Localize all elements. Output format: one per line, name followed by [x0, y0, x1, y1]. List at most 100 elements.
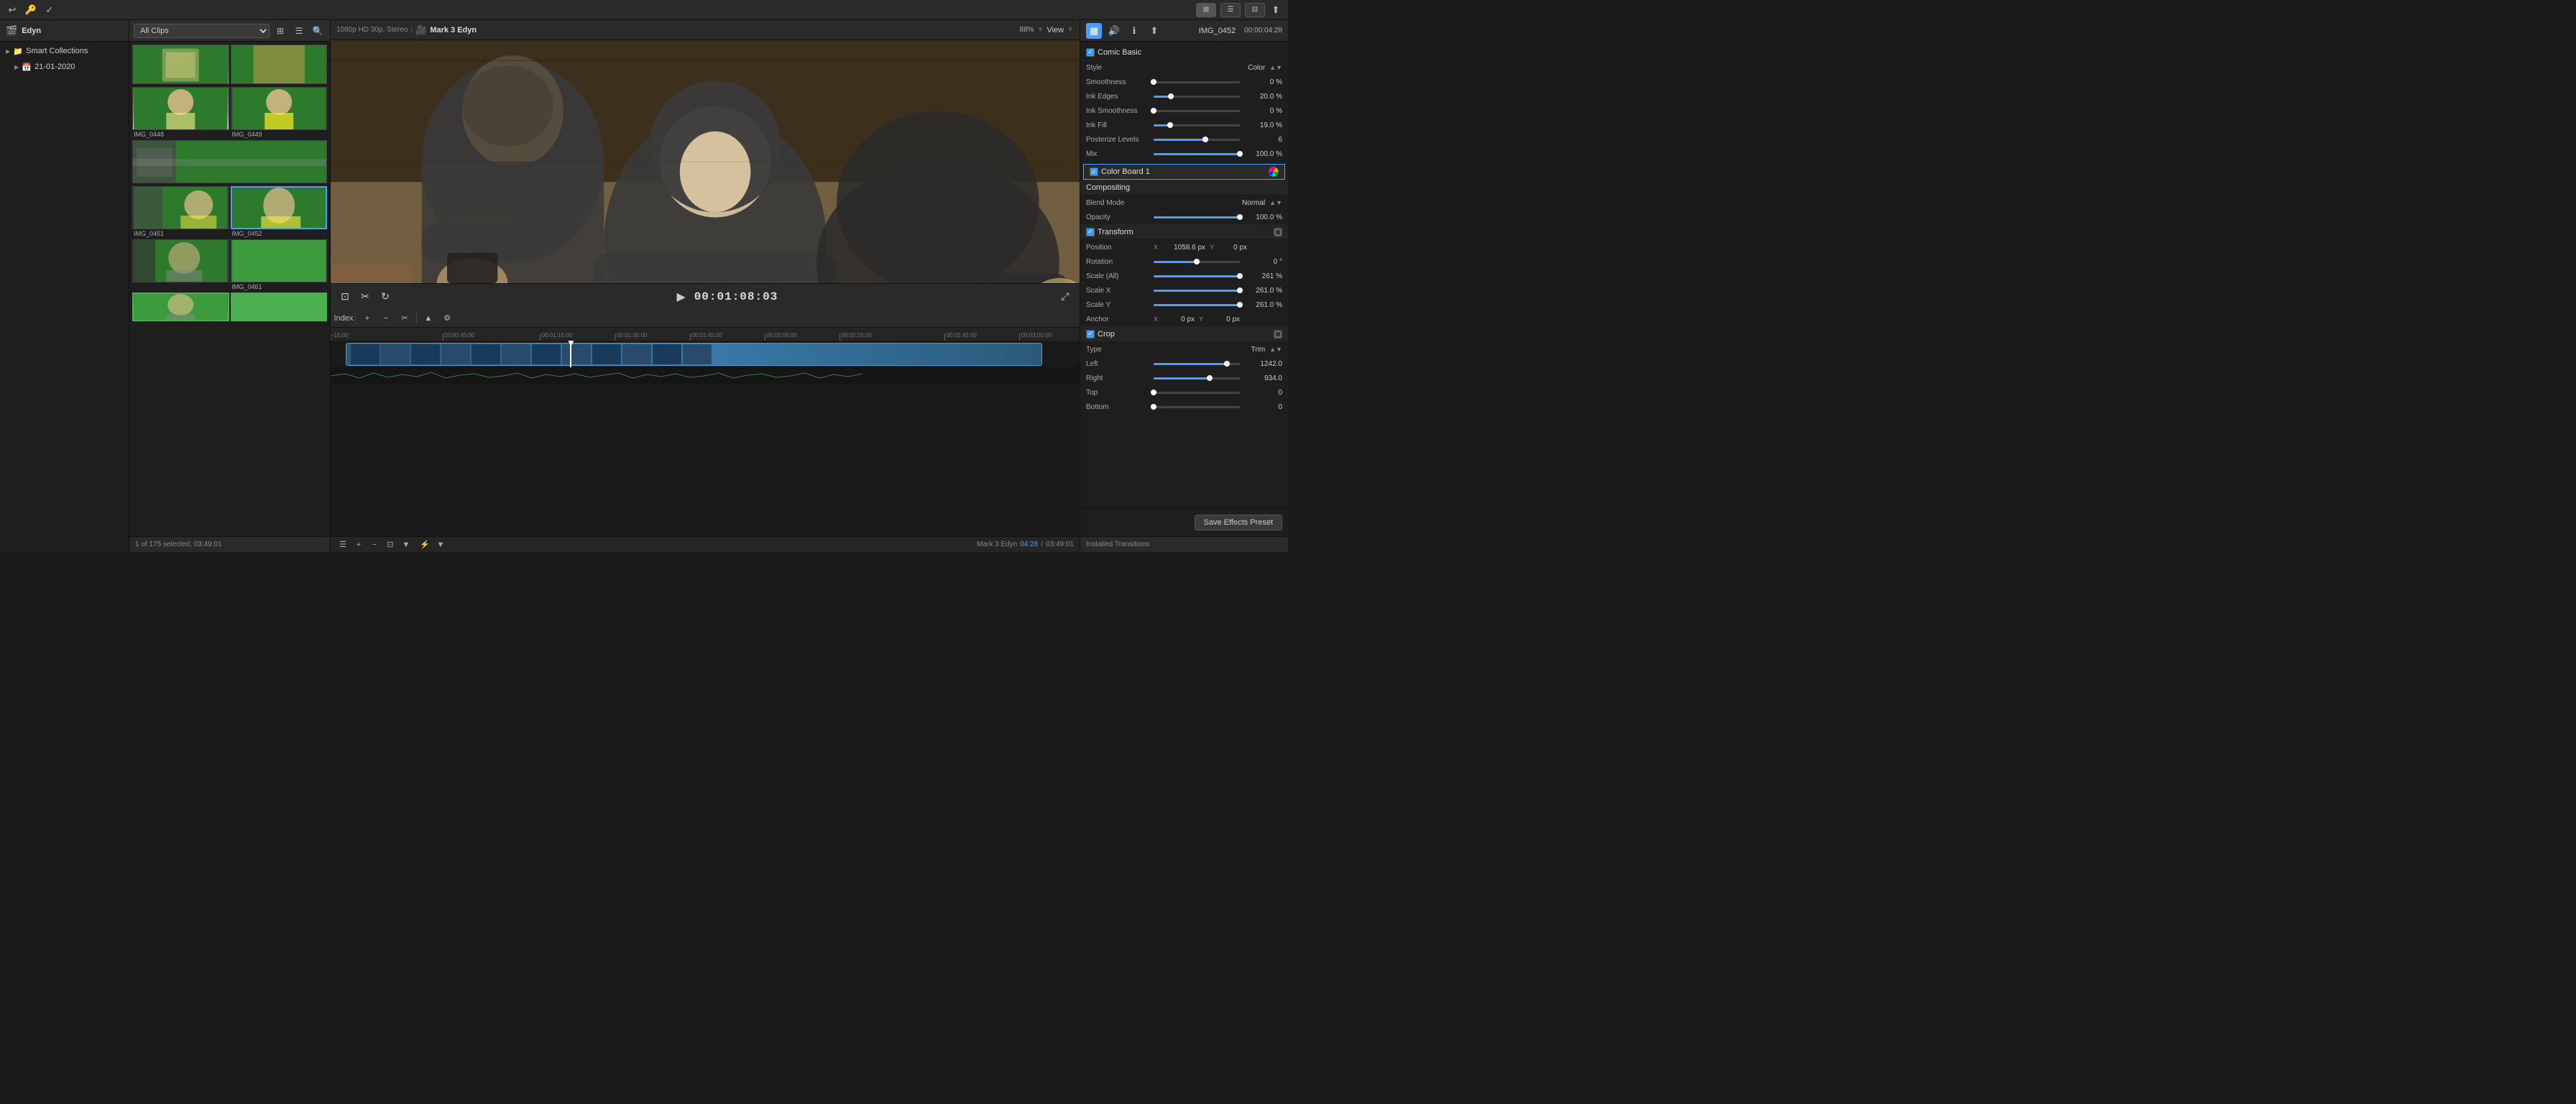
trim-btn[interactable]: ✂ — [397, 312, 412, 325]
main-clip[interactable] — [346, 343, 1042, 366]
scale-all-thumb[interactable] — [1237, 273, 1243, 279]
crop-bottom-slider[interactable] — [1154, 406, 1240, 408]
media-cell-1[interactable] — [132, 45, 229, 86]
rotation-slider[interactable] — [1154, 261, 1240, 263]
ink-edges-thumb[interactable] — [1168, 93, 1174, 99]
crop-right-slider[interactable] — [1154, 377, 1240, 380]
crop-section-header[interactable]: ✓ Crop ▢ — [1080, 326, 1288, 342]
timeline-minus-btn[interactable]: − — [368, 538, 381, 551]
play-btn[interactable]: ▶ — [673, 288, 690, 305]
media-cell-8[interactable] — [132, 239, 229, 291]
installed-transitions-label: Installed Transitions — [1086, 540, 1149, 548]
crop-checkbox[interactable]: ✓ — [1086, 330, 1095, 339]
smart-collections-label: Smart Collections — [26, 47, 88, 55]
media-cell-2[interactable] — [231, 45, 328, 86]
crop-top-slider[interactable] — [1154, 392, 1240, 394]
crop-toggle[interactable]: ▢ — [1274, 330, 1282, 339]
scale-x-slider[interactable] — [1154, 290, 1240, 292]
view-menu-btn[interactable]: View — [1046, 26, 1064, 34]
scale-x-thumb[interactable] — [1237, 288, 1243, 293]
list-view-btn[interactable]: ☰ — [1220, 3, 1241, 17]
video-tab[interactable]: ▦ — [1086, 23, 1102, 39]
type-arrow[interactable]: ▲▼ — [1269, 346, 1282, 353]
crop-left-slider[interactable] — [1154, 363, 1240, 365]
crop-bottom-thumb[interactable] — [1151, 404, 1156, 410]
transform-btn[interactable]: ✂ — [356, 288, 374, 305]
media-cell-5[interactable] — [132, 140, 327, 185]
search-btn[interactable]: 🔍 — [310, 24, 326, 38]
grid-view-btn[interactable]: ⊞ — [1196, 3, 1216, 17]
zoom-out-btn[interactable]: ▲ — [421, 312, 436, 325]
lock-icon[interactable]: 🔑 — [24, 4, 37, 17]
thumb-label-8 — [132, 282, 229, 284]
media-cell-11[interactable] — [231, 293, 328, 323]
info-tab[interactable]: ℹ — [1126, 23, 1142, 39]
scale-y-slider[interactable] — [1154, 304, 1240, 306]
posterize-slider[interactable] — [1154, 139, 1240, 141]
crop-left-thumb[interactable] — [1224, 361, 1230, 367]
sidebar-item-smart-collections[interactable]: ▶ 📁 Smart Collections — [0, 43, 129, 59]
rotation-thumb[interactable] — [1194, 259, 1200, 264]
mix-thumb[interactable] — [1237, 151, 1243, 157]
timeline-index-btn[interactable]: ☰ — [336, 538, 349, 551]
list-btn[interactable]: ☰ — [291, 24, 307, 38]
audio-track — [331, 368, 1080, 384]
split-view-btn[interactable]: ⊟ — [1245, 3, 1265, 17]
ink-fill-thumb[interactable] — [1167, 122, 1173, 128]
timeline-clip-btn[interactable]: ⊡ — [384, 538, 397, 551]
media-cell-9[interactable]: IMG_0461 — [231, 239, 328, 291]
compositing-section[interactable]: Compositing — [1080, 180, 1288, 196]
undo-icon[interactable]: ↩ — [6, 4, 19, 17]
fullscreen-btn[interactable]: ⤢ — [1057, 288, 1074, 305]
media-cell-4[interactable]: IMG_0449 — [231, 87, 328, 139]
color-board-checkbox[interactable]: ✓ — [1090, 167, 1098, 176]
preview-toolbar: 1080p HD 30p, Stereo | 🎥 Mark 3 Edyn 88%… — [331, 20, 1080, 40]
crop-btn[interactable]: ↻ — [377, 288, 394, 305]
ink-smoothness-thumb[interactable] — [1151, 108, 1156, 114]
param-crop-left: Left 1242.0 — [1080, 356, 1288, 371]
scale-all-slider[interactable] — [1154, 275, 1240, 277]
transform-section-header[interactable]: ✓ Transform ▢ — [1080, 224, 1288, 240]
timeline-bottom-right: Mark 3 Edyn 04:28 / 03:49:01 — [977, 540, 1074, 548]
transform-checkbox[interactable]: ✓ — [1086, 228, 1095, 236]
add-track-btn[interactable]: + — [360, 312, 374, 325]
ink-fill-slider[interactable] — [1154, 124, 1240, 126]
group-btn[interactable]: ⊞ — [272, 24, 288, 38]
sidebar-item-date[interactable]: ▶ 📅 21-01-2020 — [0, 59, 129, 75]
comic-basic-checkbox[interactable]: ✓ — [1086, 48, 1095, 57]
media-cell-7[interactable]: IMG_0452 — [231, 186, 328, 238]
transform-toggle[interactable]: ▢ — [1274, 228, 1282, 236]
smoothness-thumb[interactable] — [1151, 79, 1156, 85]
blade-btn[interactable]: ⚡ — [418, 538, 431, 551]
check-icon[interactable]: ✓ — [43, 4, 56, 17]
aspect-ratio-btn[interactable]: ⊡ — [336, 288, 354, 305]
crop-right-thumb[interactable] — [1207, 375, 1213, 381]
opacity-thumb[interactable] — [1237, 214, 1243, 220]
timeline-more-btn[interactable]: ▼ — [400, 538, 413, 551]
media-row-1: IMG_0448 IMG_0449 — [132, 87, 327, 139]
inspector: ▦ 🔊 ℹ ⬆ IMG_0452 00:00:04:28 ✓ Comic Bas… — [1080, 20, 1288, 552]
opacity-slider[interactable] — [1154, 216, 1240, 218]
style-arrow[interactable]: ▲▼ — [1269, 64, 1282, 71]
audio-tab[interactable]: 🔊 — [1106, 23, 1122, 39]
ink-smoothness-slider[interactable] — [1154, 110, 1240, 112]
media-cell-6[interactable]: IMG_0451 — [132, 186, 229, 238]
save-preset-btn[interactable]: Save Effects Preset — [1195, 515, 1282, 530]
crop-top-thumb[interactable] — [1151, 390, 1156, 395]
ink-edges-slider[interactable] — [1154, 96, 1240, 98]
scale-y-thumb[interactable] — [1237, 302, 1243, 308]
posterize-thumb[interactable] — [1202, 137, 1208, 142]
share-tab[interactable]: ⬆ — [1146, 23, 1162, 39]
timeline-add-btn[interactable]: + — [352, 538, 365, 551]
delete-track-btn[interactable]: − — [379, 312, 393, 325]
index-btn[interactable]: Index — [336, 312, 351, 325]
timeline-settings-btn[interactable]: ⚙ — [440, 312, 454, 325]
filter-select[interactable]: All ClipsUsed ClipsUnused Clips — [134, 24, 270, 38]
smoothness-slider[interactable] — [1154, 81, 1240, 83]
blend-arrow[interactable]: ▲▼ — [1269, 199, 1282, 206]
select-btn[interactable]: ▼ — [434, 538, 447, 551]
media-cell-10[interactable] — [132, 293, 229, 323]
mix-slider[interactable] — [1154, 153, 1240, 155]
import-icon[interactable]: ⬆ — [1269, 4, 1282, 17]
media-cell-3[interactable]: IMG_0448 — [132, 87, 229, 139]
